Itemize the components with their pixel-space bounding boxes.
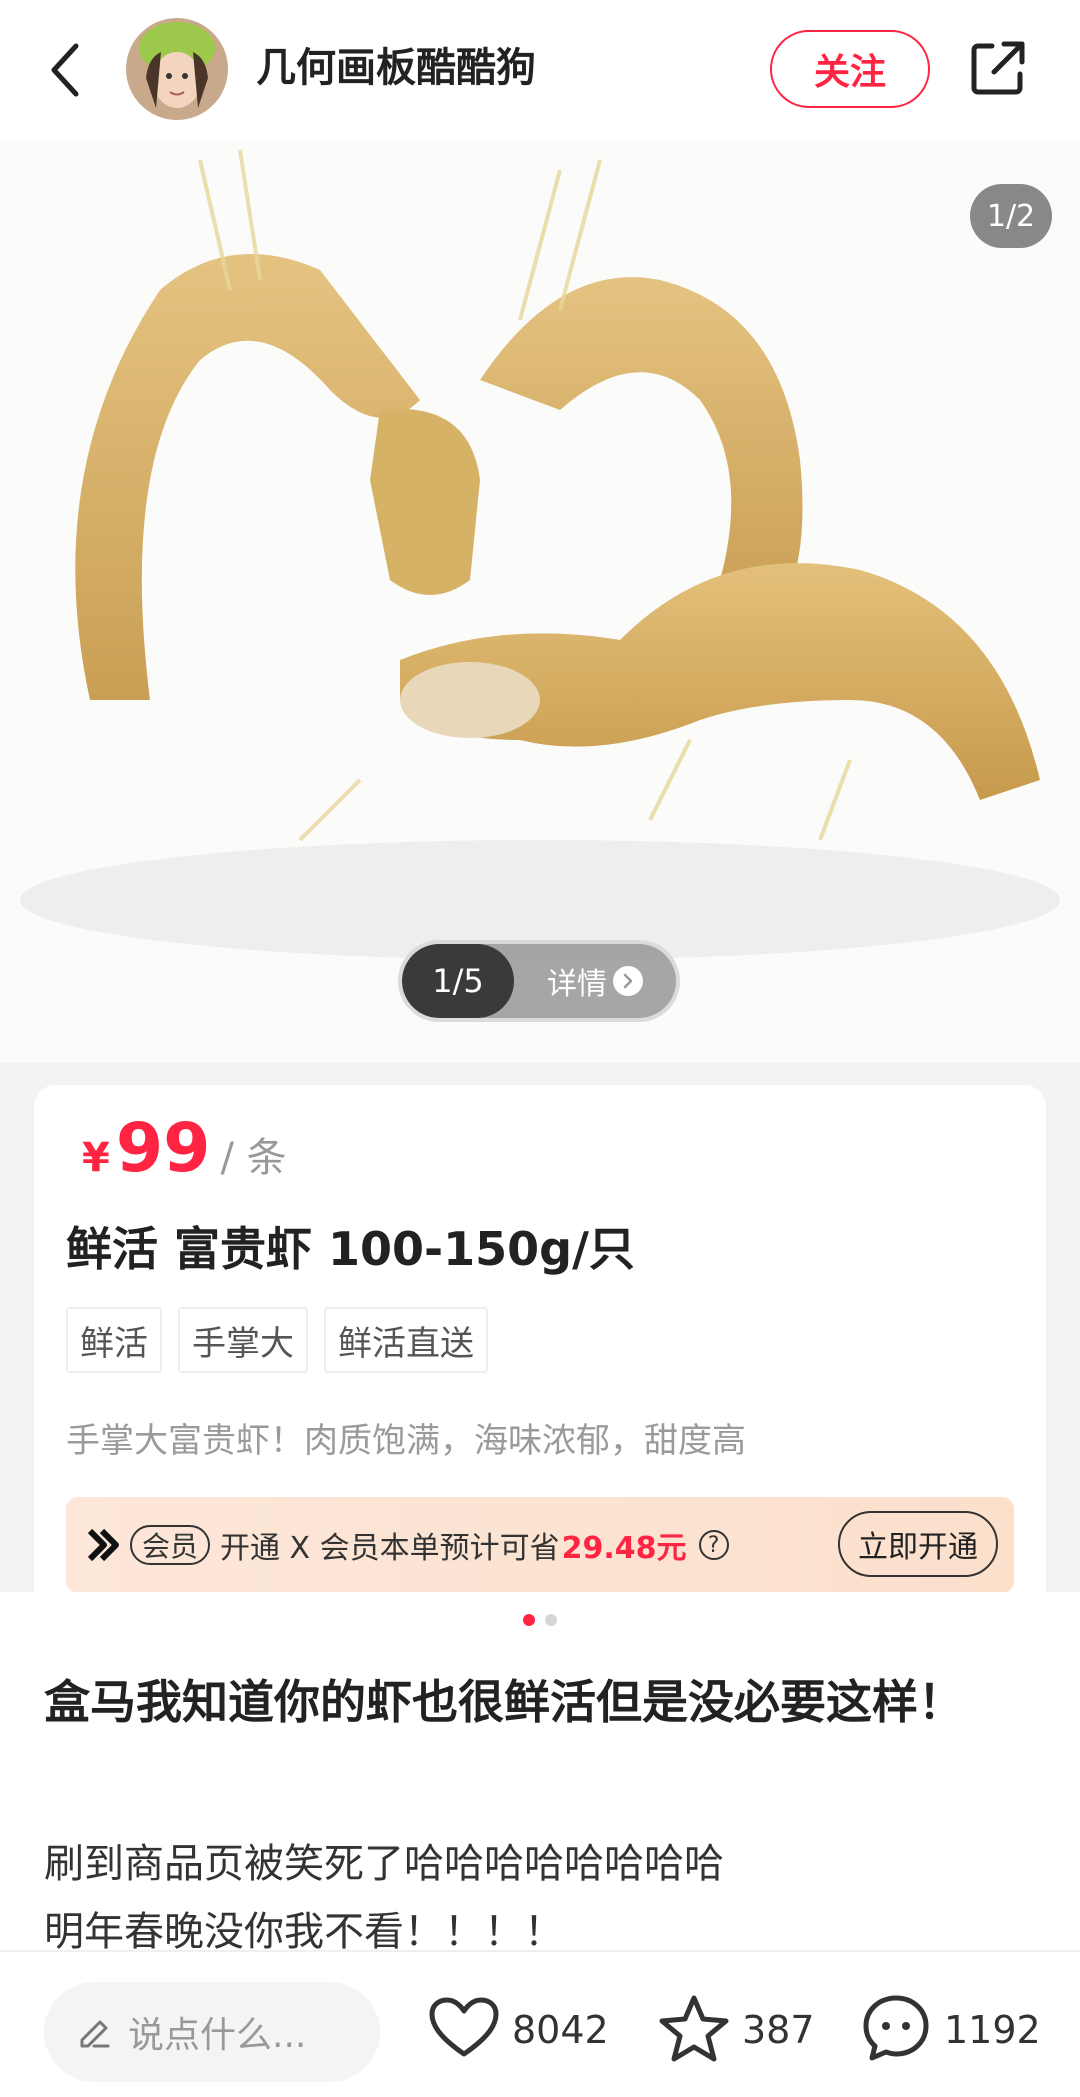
note-body-line: 刷到商品页被笑死了哈哈哈哈哈哈哈哈 (44, 1841, 724, 1887)
note-text: 盒马我知道你的虾也很鲜活但是没必要这样！ 刷到商品页被笑死了哈哈哈哈哈哈哈哈 明… (0, 1648, 1080, 1950)
carousel-dots (0, 1592, 1080, 1648)
follow-button[interactable]: 关注 (770, 30, 930, 108)
currency-symbol: ¥ (82, 1135, 110, 1181)
pencil-icon (74, 2010, 114, 2054)
like-button[interactable]: 8042 (428, 1992, 609, 2068)
note-image[interactable]: 1/2 1/5 详情 ¥ 99 / 条 鲜活 富贵虾 100-150g/只 鲜活… (0, 140, 1080, 1592)
detail-link[interactable]: 详情 (514, 959, 676, 1003)
product-tags: 鲜活 手掌大 鲜活直送 (66, 1307, 488, 1373)
comment-placeholder: 说点什么... (128, 2015, 307, 2056)
help-icon[interactable]: ? (698, 1530, 729, 1560)
price-row: ¥ 99 / 条 (82, 1109, 287, 1189)
detail-label: 详情 (547, 967, 607, 1002)
star-icon (658, 1993, 730, 2067)
share-icon[interactable] (966, 36, 1030, 100)
product-page-counter: 1/5 (402, 944, 514, 1018)
heart-icon (428, 1996, 500, 2064)
bottom-action-bar: 说点什么... 8042 387 1192 (0, 1950, 1080, 2097)
vip-open-button[interactable]: 立即开通 (838, 1511, 998, 1577)
carousel-dot-active (523, 1614, 535, 1626)
collect-count: 387 (742, 2008, 815, 2052)
product-page-pill[interactable]: 1/5 详情 (398, 940, 680, 1022)
comment-button[interactable]: 1192 (860, 1992, 1041, 2068)
collect-button[interactable]: 387 (658, 1992, 815, 2068)
product-tag: 手掌大 (178, 1307, 308, 1373)
carousel-dot (545, 1614, 557, 1626)
note-body-line: 明年春晚没你我不看！！！！ (44, 1909, 564, 1950)
product-price: 99 (115, 1109, 211, 1188)
note-body: 刷到商品页被笑死了哈哈哈哈哈哈哈哈 明年春晚没你我不看！！！！ (44, 1830, 1024, 1950)
author-avatar[interactable] (126, 18, 228, 120)
comment-count: 1192 (944, 2008, 1041, 2052)
x-logo-icon (86, 1527, 126, 1563)
comment-bubble-icon (860, 1992, 932, 2068)
product-tag: 鲜活直送 (324, 1307, 488, 1373)
chevron-right-icon (613, 966, 643, 996)
product-tag: 鲜活 (66, 1307, 162, 1373)
vip-savings-amount: 29.48元 (561, 1531, 687, 1566)
image-counter: 1/2 (970, 184, 1052, 248)
product-photo: 1/2 (0, 140, 1080, 1063)
product-card[interactable]: ¥ 99 / 条 鲜活 富贵虾 100-150g/只 鲜活 手掌大 鲜活直送 手… (34, 1085, 1046, 1592)
back-icon[interactable] (42, 38, 94, 102)
product-title: 鲜活 富贵虾 100-150g/只 (66, 1222, 635, 1276)
author-name[interactable]: 几何画板酷酷狗 (256, 40, 536, 96)
vip-badge: 会员 (130, 1525, 211, 1565)
product-description: 手掌大富贵虾！肉质饱满，海味浓郁，甜度高 (66, 1421, 746, 1461)
comment-input[interactable]: 说点什么... (44, 1982, 380, 2082)
like-count: 8042 (512, 2008, 609, 2052)
vip-text: 开通 X 会员本单预计可省 (220, 1531, 560, 1566)
price-unit: / 条 (220, 1135, 287, 1181)
note-title: 盒马我知道你的虾也很鲜活但是没必要这样！ (44, 1675, 964, 1729)
top-navbar: 几何画板酷酷狗 关注 (0, 0, 1080, 140)
vip-banner[interactable]: 会员 开通 X 会员本单预计可省 29.48元 ? 立即开通 (66, 1497, 1014, 1592)
